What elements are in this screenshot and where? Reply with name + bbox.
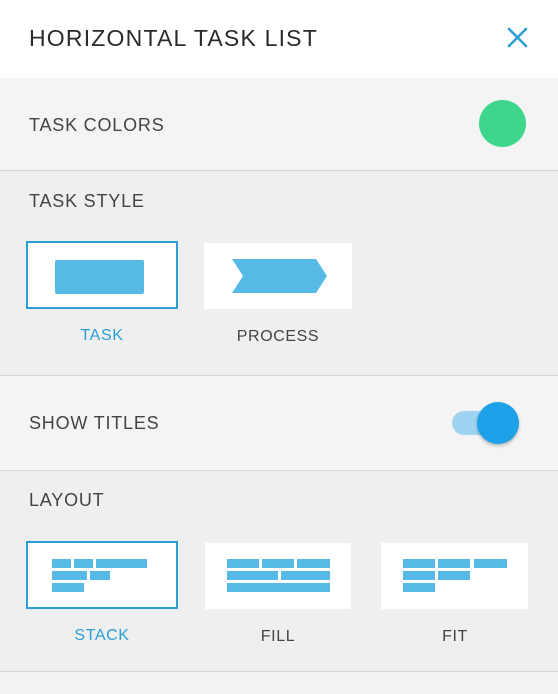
panel-title: HORIZONTAL TASK LIST xyxy=(29,25,318,51)
layout-label-stack: STACK xyxy=(74,627,130,644)
toggle-knob xyxy=(477,402,519,444)
layout-section: LAYOUT STACK FILL FIT xyxy=(0,471,558,672)
close-button[interactable] xyxy=(500,20,534,54)
task-style-label-process: PROCESS xyxy=(236,328,320,345)
layout-option-fill[interactable] xyxy=(205,543,351,609)
task-style-section: TASK STYLE TASK PROCESS xyxy=(0,171,558,376)
task-rectangle-icon xyxy=(55,260,144,294)
layout-fill-icon xyxy=(227,559,330,592)
task-colors-row: TASK COLORS xyxy=(0,78,558,171)
task-color-swatch[interactable] xyxy=(479,100,526,147)
layout-option-stack[interactable] xyxy=(26,541,178,609)
show-titles-toggle[interactable] xyxy=(450,400,522,446)
panel-header: HORIZONTAL TASK LIST xyxy=(0,0,558,78)
task-style-label: TASK STYLE xyxy=(29,191,145,211)
layout-fit-icon xyxy=(403,559,507,592)
process-chevron-icon xyxy=(232,259,327,293)
panel-bottom-strip xyxy=(0,672,558,694)
layout-label-fill: FILL xyxy=(260,628,296,645)
task-colors-label: TASK COLORS xyxy=(29,115,165,135)
close-icon xyxy=(507,27,528,48)
show-titles-label: SHOW TITLES xyxy=(29,413,160,433)
layout-label: LAYOUT xyxy=(29,490,105,510)
task-style-option-process[interactable] xyxy=(204,243,352,309)
layout-option-fit[interactable] xyxy=(381,543,528,609)
task-style-label-task: TASK xyxy=(80,327,124,344)
layout-stack-icon xyxy=(52,559,147,592)
task-style-option-task[interactable] xyxy=(26,241,178,309)
layout-label-fit: FIT xyxy=(442,628,468,645)
